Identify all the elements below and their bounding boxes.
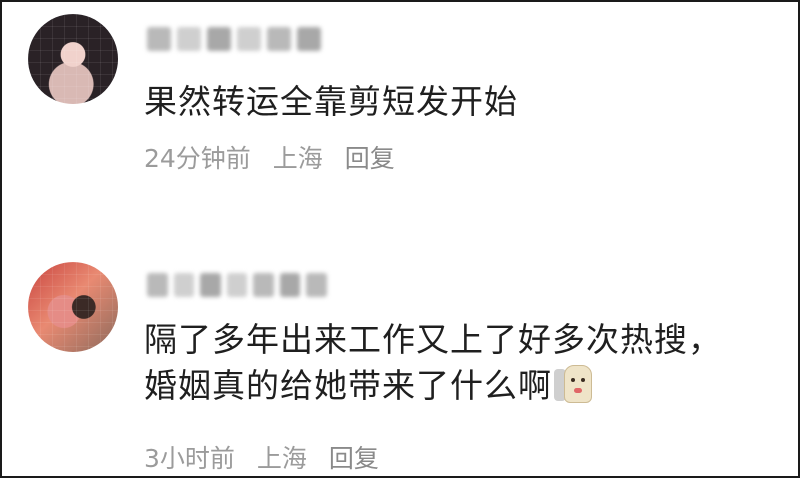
comment-meta: 3小时前 上海 回复 bbox=[144, 444, 393, 474]
reply-button[interactable]: 回复 bbox=[329, 444, 379, 473]
reply-button[interactable]: 回复 bbox=[345, 144, 395, 173]
comment-item: 隔了多年出来工作又上了好多次热搜， 婚姻真的给她带来了什么啊 3小时前 上海 回… bbox=[2, 252, 798, 476]
meme-sticker-icon bbox=[554, 363, 592, 403]
username-blurred bbox=[147, 24, 327, 54]
comment-text-line: 果然转运全靠剪短发开始 bbox=[144, 82, 518, 121]
comment-item: 果然转运全靠剪短发开始 24分钟前 上海 回复 bbox=[2, 2, 798, 232]
comment-text: 果然转运全靠剪短发开始 bbox=[144, 79, 518, 125]
username-blurred bbox=[147, 270, 328, 300]
comment-time: 3小时前 bbox=[144, 444, 235, 473]
avatar[interactable] bbox=[28, 262, 118, 352]
comment-location: 上海 bbox=[256, 444, 307, 473]
comment-time: 24分钟前 bbox=[144, 144, 251, 173]
comment-meta: 24分钟前 上海 回复 bbox=[144, 144, 409, 174]
comment-text: 隔了多年出来工作又上了好多次热搜， 婚姻真的给她带来了什么啊 bbox=[144, 317, 722, 409]
comment-list: 果然转运全靠剪短发开始 24分钟前 上海 回复 隔了多年出来工作又上了好多次热搜… bbox=[0, 0, 800, 478]
comment-location: 上海 bbox=[272, 144, 323, 173]
avatar[interactable] bbox=[28, 14, 118, 104]
comment-text-line: 隔了多年出来工作又上了好多次热搜， bbox=[144, 320, 722, 359]
comment-text-line: 婚姻真的给她带来了什么啊 bbox=[144, 366, 552, 405]
